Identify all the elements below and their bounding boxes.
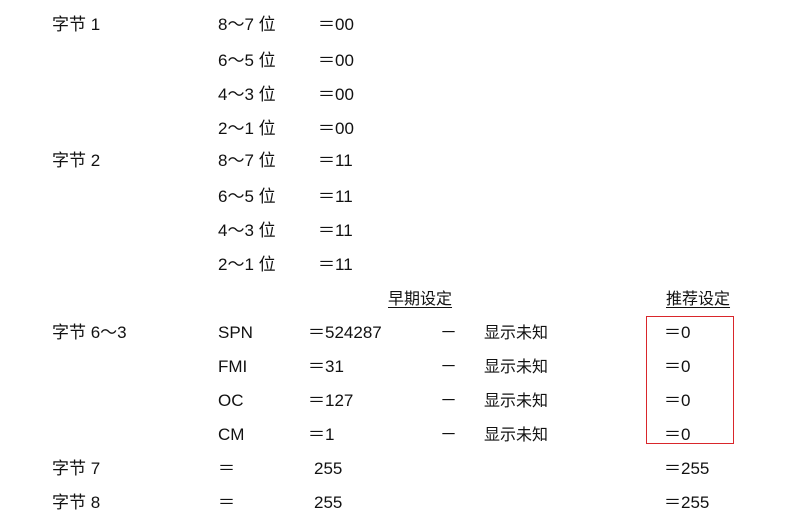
byte-8-label: 字节 8 (52, 493, 101, 512)
dash: － (440, 391, 457, 410)
note-unknown: 显示未知 (484, 357, 549, 376)
byte-6-3-label: 字节 6～3 (52, 323, 127, 342)
equals-sign: ＝ (218, 459, 235, 478)
recommended-highlight-box (646, 316, 734, 444)
byte-8-recommended: ＝255 (664, 493, 710, 512)
early-value: ＝524287 (308, 323, 382, 342)
bit-range: 2～1 位 (218, 119, 276, 138)
bit-value: ＝00 (318, 15, 354, 34)
early-value: ＝127 (308, 391, 354, 410)
field-name: CM (218, 425, 245, 444)
bit-value: ＝11 (318, 187, 353, 206)
note-unknown: 显示未知 (484, 323, 549, 342)
early-setting-header: 早期设定 (388, 289, 453, 308)
bit-range: 6～5 位 (218, 51, 276, 70)
early-value: ＝31 (308, 357, 344, 376)
field-name: OC (218, 391, 244, 410)
byte-7-label: 字节 7 (52, 459, 101, 478)
note-unknown: 显示未知 (484, 425, 549, 444)
bit-range: 8～7 位 (218, 151, 276, 170)
byte-1-label: 字节 1 (52, 15, 101, 34)
bit-range: 6～5 位 (218, 187, 276, 206)
byte-8-value: 255 (314, 493, 343, 512)
bit-range: 8～7 位 (218, 15, 276, 34)
field-name: FMI (218, 357, 248, 376)
dash: － (440, 357, 457, 376)
bit-value: ＝11 (318, 221, 353, 240)
byte-7-value: 255 (314, 459, 343, 478)
bit-range: 4～3 位 (218, 221, 276, 240)
field-name: SPN (218, 323, 253, 342)
byte-7-recommended: ＝255 (664, 459, 710, 478)
bit-value: ＝00 (318, 85, 354, 104)
byte-2-label: 字节 2 (52, 151, 101, 170)
bit-range: 2～1 位 (218, 255, 276, 274)
note-unknown: 显示未知 (484, 391, 549, 410)
bit-range: 4～3 位 (218, 85, 276, 104)
bit-value: ＝11 (318, 151, 353, 170)
early-value: ＝1 (308, 425, 335, 444)
recommended-setting-header: 推荐设定 (666, 289, 731, 308)
bit-value: ＝00 (318, 119, 354, 138)
bit-value: ＝00 (318, 51, 354, 70)
dash: － (440, 425, 457, 444)
equals-sign: ＝ (218, 493, 235, 512)
bit-value: ＝11 (318, 255, 353, 274)
dash: － (440, 323, 457, 342)
document-body: 字节 1 8～7 位 ＝00 6～5 位 ＝00 4～3 位 ＝00 2～1 位… (0, 0, 800, 523)
